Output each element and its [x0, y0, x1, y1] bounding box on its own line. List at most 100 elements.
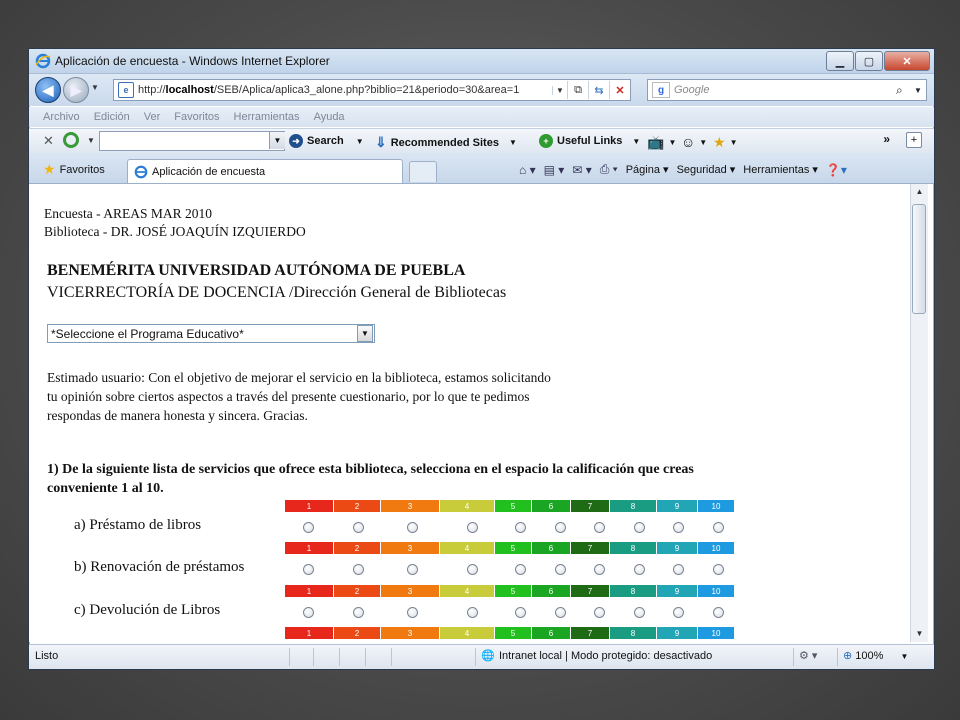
scrollbar-thumb[interactable] — [912, 204, 926, 314]
security-menu[interactable]: Seguridad ▾ — [677, 163, 736, 176]
rating-scale-cell: 4 — [440, 585, 494, 597]
compatibility-icon[interactable]: ⧉ — [567, 81, 588, 99]
menu-archivo[interactable]: Archivo — [43, 111, 80, 123]
rating-scale-cell: 2 — [334, 585, 380, 597]
rating-radio[interactable] — [353, 564, 364, 575]
rating-radio[interactable] — [673, 564, 684, 575]
toolbar-search-input[interactable] — [99, 131, 285, 151]
zone-text[interactable]: Intranet local | Modo protegido: desacti… — [499, 650, 712, 662]
rating-radio[interactable] — [713, 564, 724, 575]
minimize-button[interactable]: ▁ — [826, 51, 854, 71]
rating-scale-cell: 3 — [381, 542, 439, 554]
rating-radio[interactable] — [555, 522, 566, 533]
toolbar-search-button[interactable]: ➜ Search ▼ — [289, 134, 364, 148]
favorites-button[interactable]: ★ Favoritos — [43, 161, 105, 178]
toolbar-logo-icon[interactable] — [63, 132, 79, 148]
menu-herramientas[interactable]: Herramientas — [234, 111, 300, 123]
close-button[interactable]: ✕ — [884, 51, 930, 71]
rating-radio[interactable] — [303, 564, 314, 575]
home-icon[interactable]: ⌂ ▾ — [519, 163, 536, 177]
feeds-icon[interactable]: ▤ ▾ — [544, 163, 565, 177]
help-icon[interactable]: ❓▾ — [826, 163, 847, 177]
rating-radio[interactable] — [594, 522, 605, 533]
menu-favoritos[interactable]: Favoritos — [174, 111, 219, 123]
close-toolbar-icon[interactable]: ✕ — [43, 133, 54, 149]
rating-scale-cell: 7 — [571, 585, 609, 597]
rating-radio[interactable] — [634, 607, 645, 618]
maximize-button[interactable]: ▢ — [855, 51, 883, 71]
address-bar[interactable]: e http://localhost/SEB/Aplica/aplica3_al… — [113, 79, 631, 101]
rating-scale-cell: 9 — [657, 500, 697, 512]
rating-scale-cell: 8 — [610, 542, 656, 554]
rating-radio[interactable] — [353, 522, 364, 533]
rating-radio[interactable] — [303, 522, 314, 533]
rating-radio[interactable] — [407, 564, 418, 575]
tv-button[interactable]: 📺 ▼ — [647, 134, 676, 151]
new-tab-button[interactable] — [409, 161, 437, 182]
page-menu[interactable]: Página ▾ — [626, 163, 669, 176]
history-dropdown-icon[interactable]: ▼ — [91, 83, 99, 92]
rating-radio[interactable] — [594, 564, 605, 575]
vertical-scrollbar[interactable]: ▲ ▼ — [910, 184, 928, 642]
toolbar-logo-dropdown-icon[interactable]: ▼ — [87, 136, 95, 145]
add-toolbar-icon[interactable]: + — [906, 132, 922, 148]
select-dropdown-icon[interactable]: ▼ — [357, 325, 373, 342]
search-placeholder[interactable]: Google — [674, 84, 896, 96]
back-button[interactable]: ◀ — [35, 77, 61, 103]
rating-radio[interactable] — [634, 564, 645, 575]
zoom-control[interactable]: ⊕ 100% ▼ — [843, 649, 908, 662]
rating-radio[interactable] — [555, 607, 566, 618]
print-icon[interactable]: ⎙ ▾ — [600, 162, 618, 177]
toolbar-overflow-icon[interactable]: » — [883, 132, 890, 146]
scroll-down-icon[interactable]: ▼ — [911, 626, 928, 642]
rating-radio[interactable] — [673, 522, 684, 533]
search-box[interactable]: g Google ⌕ ▼ — [647, 79, 927, 101]
menu-ayuda[interactable]: Ayuda — [314, 111, 345, 123]
tab-active[interactable]: Aplicación de encuesta — [127, 159, 403, 183]
rating-radio[interactable] — [353, 607, 364, 618]
program-select[interactable]: *Seleccione el Programa Educativo* ▼ — [47, 324, 375, 343]
rating-radio[interactable] — [634, 522, 645, 533]
useful-links-button[interactable]: + Useful Links ▼ — [539, 134, 640, 148]
rating-radio[interactable] — [555, 564, 566, 575]
menu-bar: Archivo Edición Ver Favoritos Herramient… — [29, 107, 934, 127]
rating-radio[interactable] — [515, 522, 526, 533]
favorites-star-icon: ★ — [43, 161, 56, 177]
stars-button[interactable]: ★ ▼ — [713, 134, 737, 151]
rating-radio[interactable] — [467, 522, 478, 533]
rating-radio[interactable] — [713, 522, 724, 533]
useful-links-icon: + — [539, 134, 553, 148]
rating-radio[interactable] — [673, 607, 684, 618]
protected-mode-icon[interactable]: ⚙ ▾ — [799, 649, 817, 662]
menu-ver[interactable]: Ver — [144, 111, 161, 123]
tools-menu[interactable]: Herramientas ▾ — [743, 163, 818, 176]
rating-radio[interactable] — [515, 607, 526, 618]
rating-radio[interactable] — [467, 564, 478, 575]
rating-scale-cell: 7 — [571, 500, 609, 512]
rating-scale-header: 1 2 3 4 5 6 7 8 9 10 — [285, 542, 734, 554]
rating-radio[interactable] — [467, 607, 478, 618]
rating-scale-cell: 5 — [495, 500, 531, 512]
rating-scale-cell: 9 — [657, 585, 697, 597]
search-icon[interactable]: ⌕ — [896, 83, 914, 98]
scroll-up-icon[interactable]: ▲ — [911, 184, 928, 200]
refresh-icon[interactable]: ⇆ — [588, 81, 609, 99]
forward-button[interactable]: ▶ — [63, 77, 89, 103]
smiley-button[interactable]: ☺ ▼ — [681, 134, 707, 150]
search-dropdown-icon[interactable]: ▼ — [914, 86, 926, 95]
stop-icon[interactable]: ✕ — [609, 81, 630, 99]
recommended-sites-button[interactable]: ⇓ Recommended Sites ▼ — [375, 134, 517, 151]
toolbar-input-dropdown-icon[interactable]: ▼ — [269, 132, 285, 149]
rating-radio[interactable] — [407, 522, 418, 533]
rating-radio[interactable] — [407, 607, 418, 618]
menu-edicion[interactable]: Edición — [94, 111, 130, 123]
rating-radio[interactable] — [303, 607, 314, 618]
rating-radio[interactable] — [713, 607, 724, 618]
address-dropdown-icon[interactable]: ▼ — [552, 85, 567, 95]
rating-radio[interactable] — [594, 607, 605, 618]
rating-radio[interactable] — [515, 564, 526, 575]
stars-icon: ★ — [713, 134, 726, 150]
mail-icon[interactable]: ✉ ▾ — [572, 163, 591, 177]
intranet-icon: 🌐 — [481, 650, 495, 662]
address-url[interactable]: http://localhost/SEB/Aplica/aplica3_alon… — [138, 84, 552, 96]
